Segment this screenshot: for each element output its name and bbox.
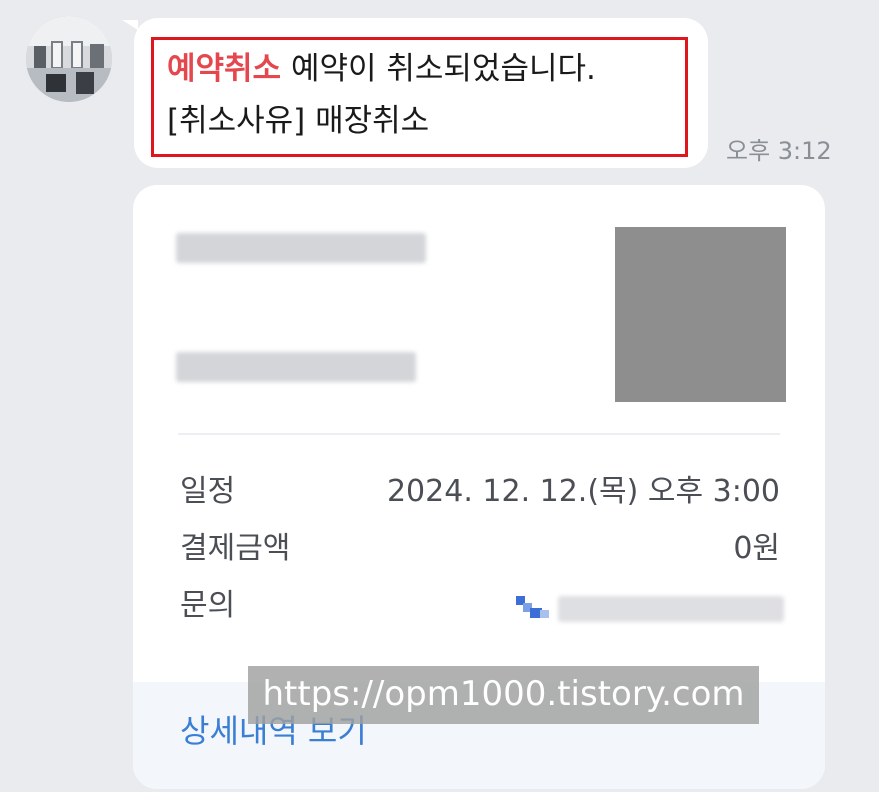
schedule-label: 일정 [180,474,236,509]
shop-avatar-image [26,16,112,102]
watermark: https://opm1000.tistory.com [248,666,759,724]
shop-thumbnail[interactable] [615,227,786,402]
cancel-status-label: 예약취소 [167,51,282,87]
cancel-reason-text: [취소사유] 매장취소 [167,103,430,139]
schedule-value: 2024. 12. 12.(목) 오후 3:00 [386,474,780,509]
cancel-message-text: 예약이 취소되었습니다. [281,51,596,87]
inquiry-label: 문의 [180,588,236,623]
card-divider [178,433,780,435]
shop-name-redacted [176,233,426,263]
message-line-1: 예약취소 예약이 취소되었습니다. [167,48,596,90]
payment-label: 결제금액 [180,531,291,566]
watermark-text: https://opm1000.tistory.com [262,674,745,714]
message-time: 오후 3:12 [726,137,832,165]
shop-info-redacted [176,352,416,382]
shop-avatar[interactable] [26,16,112,102]
payment-value: 0원 [733,531,780,566]
bubble-tail [122,20,138,30]
phone-icon[interactable] [516,594,550,620]
inquiry-phone-redacted[interactable] [558,596,784,622]
